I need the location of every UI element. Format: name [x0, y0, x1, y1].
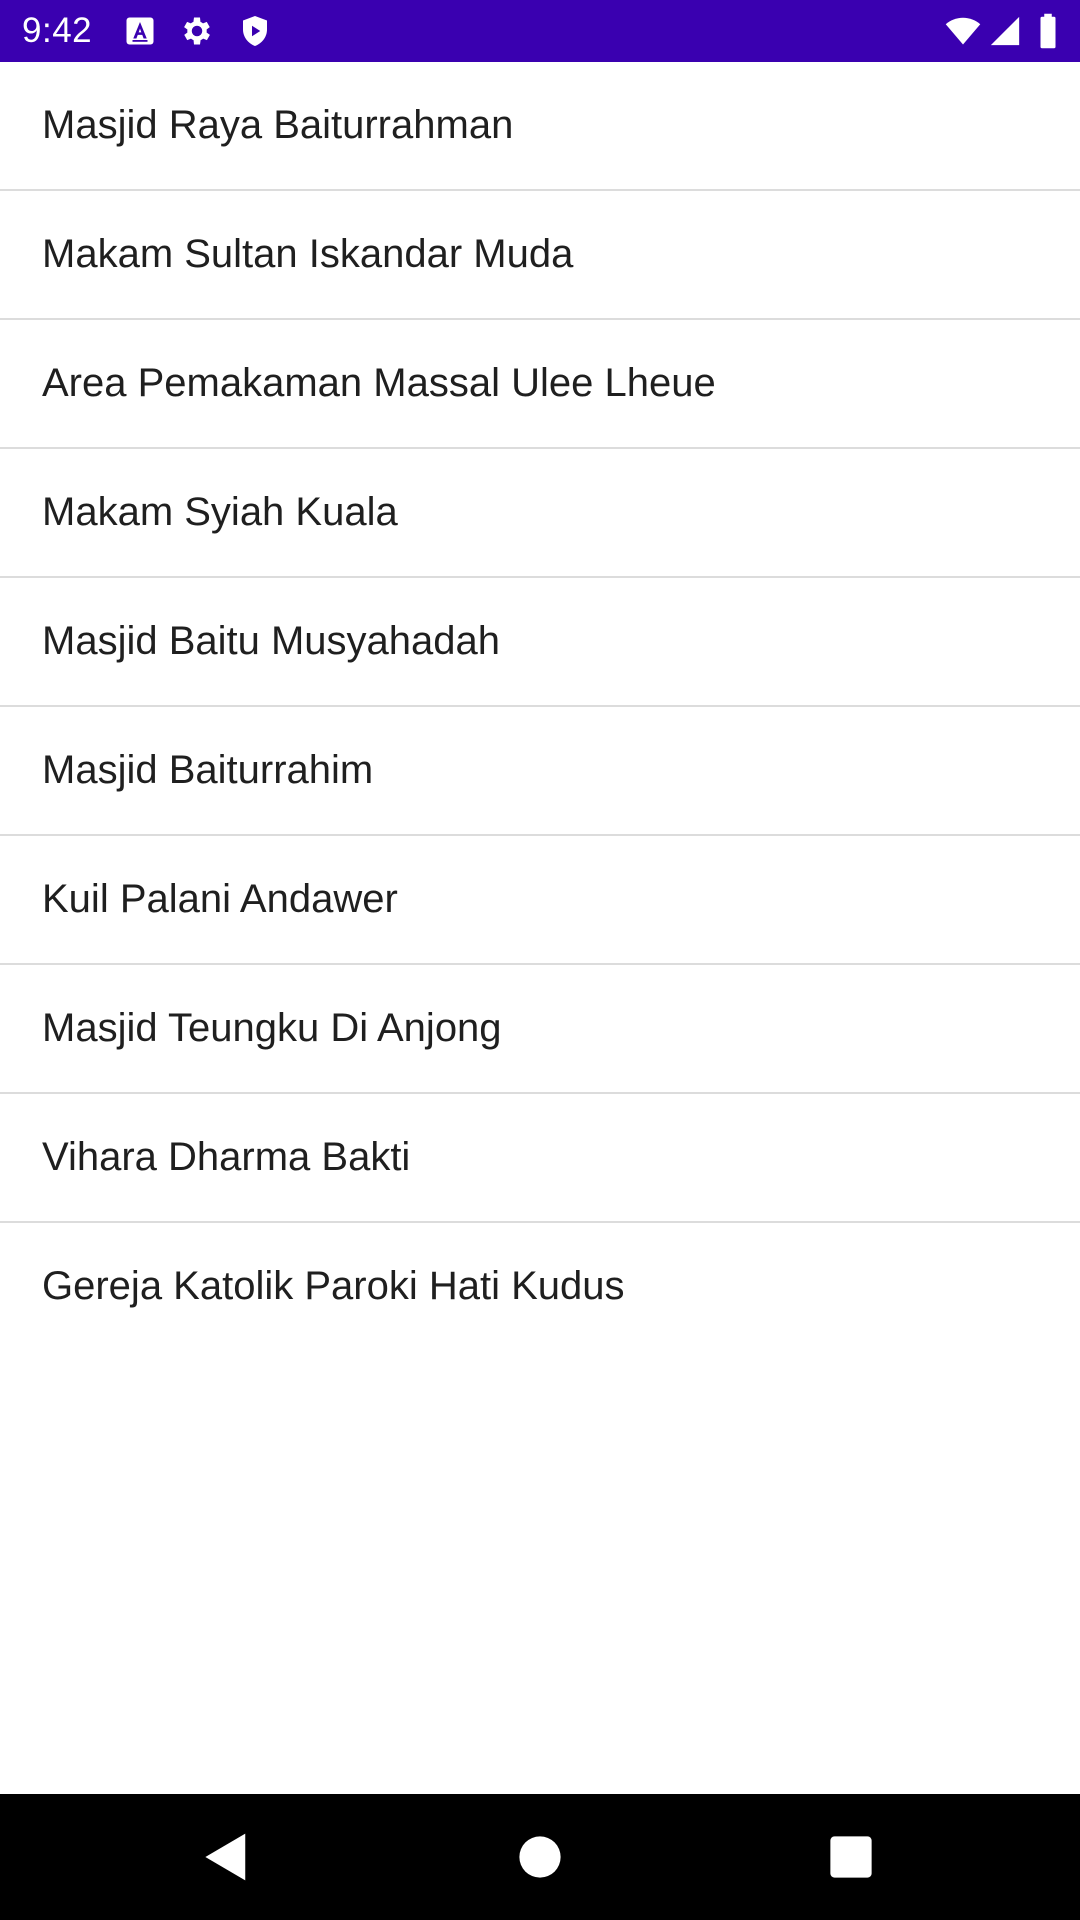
a-letter-icon [122, 13, 158, 49]
list-item-label: Masjid Baiturrahim [42, 748, 374, 792]
list-item-label: Kuil Palani Andawer [42, 877, 398, 921]
home-icon[interactable] [507, 1824, 573, 1890]
list-item-label: Makam Syiah Kuala [42, 490, 398, 534]
places-list: Masjid Raya Baiturrahman Makam Sultan Is… [0, 62, 1080, 1350]
gear-icon [179, 13, 215, 49]
list-item-label: Masjid Baitu Musyahadah [42, 619, 501, 663]
list-item[interactable]: Masjid Baitu Musyahadah [0, 578, 1080, 707]
list-item[interactable]: Masjid Teungku Di Anjong [0, 965, 1080, 1094]
signal-icon [988, 13, 1022, 49]
list-item-label: Masjid Teungku Di Anjong [42, 1006, 502, 1050]
navigation-bar [0, 1794, 1080, 1920]
list-item-label: Makam Sultan Iskandar Muda [42, 232, 574, 276]
recents-icon[interactable] [818, 1824, 884, 1890]
list-item[interactable]: Kuil Palani Andawer [0, 836, 1080, 965]
list-item-label: Gereja Katolik Paroki Hati Kudus [42, 1264, 625, 1308]
list-item[interactable]: Makam Syiah Kuala [0, 449, 1080, 578]
wifi-icon [943, 13, 983, 49]
list-item[interactable]: Vihara Dharma Bakti [0, 1094, 1080, 1223]
list-item[interactable]: Masjid Baiturrahim [0, 707, 1080, 836]
list-item[interactable]: Gereja Katolik Paroki Hati Kudus [0, 1223, 1080, 1350]
shield-play-icon [237, 13, 273, 49]
battery-icon [1036, 13, 1060, 49]
back-icon[interactable] [193, 1824, 259, 1890]
app-screen: 9:42 Masjid Raya Baiturrahman Makam Sult… [0, 0, 1080, 1920]
list-item-label: Vihara Dharma Bakti [42, 1135, 411, 1179]
list-item[interactable]: Makam Sultan Iskandar Muda [0, 191, 1080, 320]
list-item[interactable]: Area Pemakaman Massal Ulee Lheue [0, 320, 1080, 449]
list-item-label: Area Pemakaman Massal Ulee Lheue [42, 361, 716, 405]
list-item[interactable]: Masjid Raya Baiturrahman [0, 62, 1080, 191]
list-item-label: Masjid Raya Baiturrahman [42, 103, 514, 147]
status-time: 9:42 [22, 11, 93, 50]
status-bar: 9:42 [0, 0, 1080, 62]
